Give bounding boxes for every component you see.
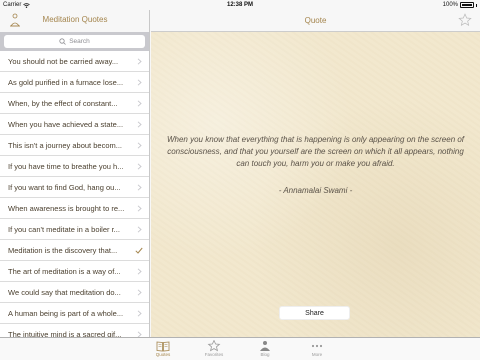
quote-item-text: If you want to find God, hang ou... <box>8 183 121 192</box>
tab-bar: Quotes Favorites Blog More <box>0 337 480 360</box>
quote-list-item[interactable]: When, by the effect of constant... <box>0 93 149 114</box>
sidebar-header: Meditation Quotes <box>0 10 149 32</box>
tab-quotes[interactable]: Quotes <box>143 340 183 360</box>
search-bar: Search <box>0 32 149 51</box>
more-icon <box>311 344 323 348</box>
share-button[interactable]: Share <box>279 306 350 320</box>
quote-list-item[interactable]: You should not be carried away... <box>0 51 149 72</box>
star-icon <box>207 340 221 352</box>
checkmark-icon <box>135 247 143 254</box>
quote-list-item[interactable]: If you want to find God, hang ou... <box>0 177 149 198</box>
quote-item-text: When you have achieved a state... <box>8 120 124 129</box>
battery-icon <box>460 2 474 8</box>
quote-item-text: The intuitive mind is a sacred gif... <box>8 330 122 337</box>
tab-label-favorites: Favorites <box>204 352 224 357</box>
chevron-right-icon <box>137 289 142 296</box>
detail-header: Quote <box>151 10 480 32</box>
chevron-right-icon <box>137 79 142 86</box>
quote-item-text: We could say that meditation do... <box>8 288 121 297</box>
quote-list-item[interactable]: A human being is part of a whole... <box>0 303 149 324</box>
tab-label-quotes: Quotes <box>155 352 171 357</box>
quote-list-item[interactable]: Meditation is the discovery that... <box>0 240 149 261</box>
chevron-right-icon <box>137 163 142 170</box>
detail-title: Quote <box>304 16 327 25</box>
chevron-right-icon <box>137 226 142 233</box>
quote-list-item[interactable]: The intuitive mind is a sacred gif... <box>0 324 149 337</box>
quote-list-item[interactable]: The art of meditation is a way of... <box>0 261 149 282</box>
quote-list-item[interactable]: If you can't meditate in a boiler r... <box>0 219 149 240</box>
tab-label-blog: Blog <box>260 352 270 357</box>
quote-text: When you know that everything that is ha… <box>166 135 465 168</box>
chevron-right-icon <box>137 142 142 149</box>
search-placeholder: Search <box>69 38 90 45</box>
tab-blog[interactable]: Blog <box>245 340 285 360</box>
quote-list-item[interactable]: When you have achieved a state... <box>0 114 149 135</box>
quote-list-item[interactable]: When awareness is brought to re... <box>0 198 149 219</box>
book-icon <box>156 341 170 352</box>
chevron-right-icon <box>137 184 142 191</box>
quote-list-item[interactable]: This isn't a journey about becom... <box>0 135 149 156</box>
quote-item-text: When, by the effect of constant... <box>8 99 118 108</box>
tab-label-more: More <box>311 352 323 357</box>
status-time: 12:38 PM <box>226 2 253 8</box>
quote-list-item[interactable]: If you have time to breathe you h... <box>0 156 149 177</box>
chevron-right-icon <box>137 121 142 128</box>
quote-item-text: If you have time to breathe you h... <box>8 162 124 171</box>
quote-item-text: If you can't meditate in a boiler r... <box>8 225 120 234</box>
quote-author: - Annamalai Swami - <box>278 186 353 195</box>
quote-paper: When you know that everything that is ha… <box>151 32 480 337</box>
quote-list: You should not be carried away... As gold… <box>0 51 149 337</box>
chevron-right-icon <box>137 100 142 107</box>
quote-item-text: Meditation is the discovery that... <box>8 246 118 255</box>
quote-item-text: As gold purified in a furnace lose... <box>8 78 124 87</box>
quote-item-text: A human being is part of a whole... <box>8 309 124 318</box>
quotes-sidebar: Meditation Quotes Search You should not … <box>0 10 150 337</box>
favorite-star-button[interactable] <box>458 13 472 27</box>
status-bar: Carrier 12:38 PM 100% <box>0 0 480 10</box>
person-icon <box>260 341 270 351</box>
tab-favorites[interactable]: Favorites <box>194 340 234 360</box>
quote-list-item[interactable]: We could say that meditation do... <box>0 282 149 303</box>
chevron-right-icon <box>137 205 142 212</box>
quote-item-text: This isn't a journey about becom... <box>8 141 122 150</box>
chevron-right-icon <box>137 268 142 275</box>
quote-list-item[interactable]: As gold purified in a furnace lose... <box>0 72 149 93</box>
chevron-right-icon <box>137 58 142 65</box>
quote-item-text: When awareness is brought to re... <box>8 204 125 213</box>
tab-more[interactable]: More <box>297 340 337 360</box>
quote-item-text: The art of meditation is a way of... <box>8 267 121 276</box>
search-icon <box>59 38 66 45</box>
battery-percent: 100% <box>442 2 458 8</box>
chevron-right-icon <box>137 310 142 317</box>
sidebar-title: Meditation Quotes <box>42 15 108 24</box>
quote-item-text: You should not be carried away... <box>8 57 119 66</box>
search-input[interactable]: Search <box>4 35 145 48</box>
